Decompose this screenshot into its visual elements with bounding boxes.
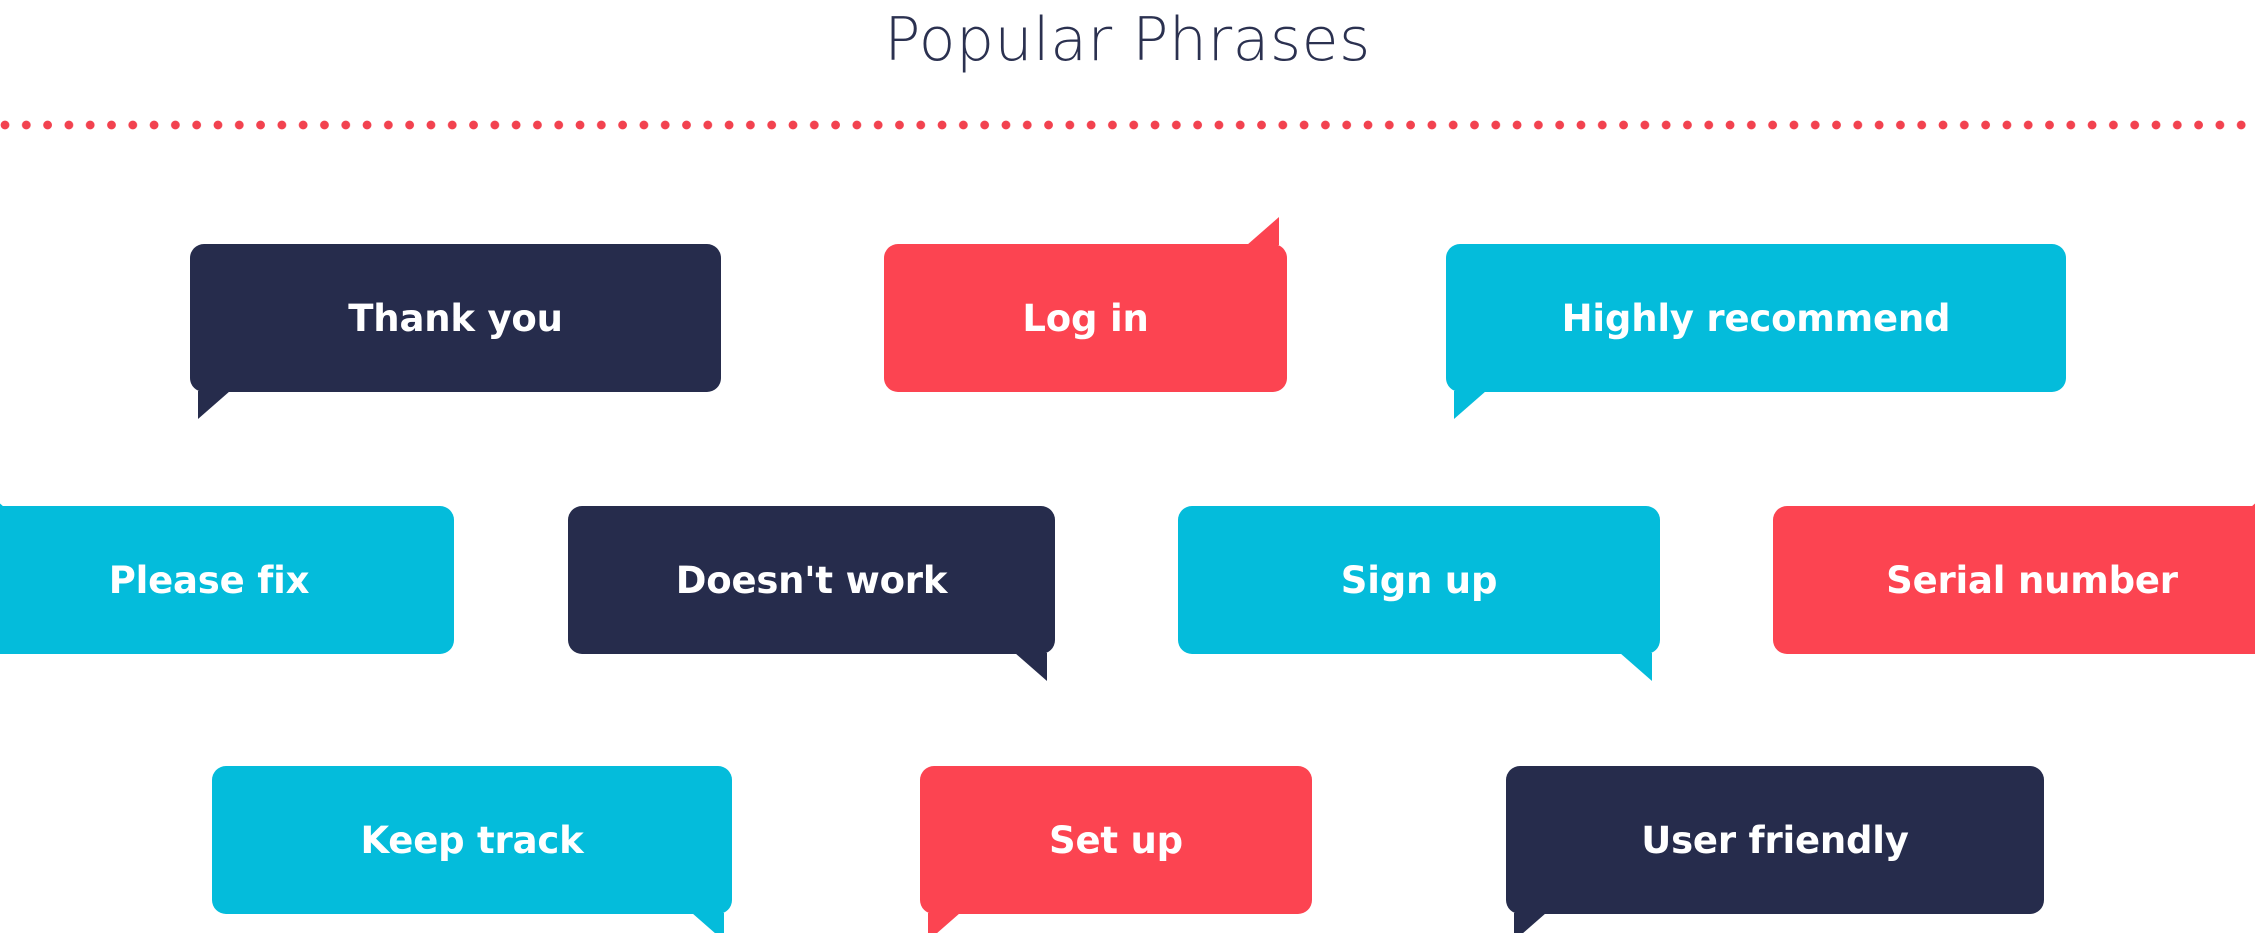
speech-bubble[interactable]: Serial number [1773,479,2255,654]
speech-bubble-tail-top-right [2251,479,2255,507]
speech-bubble[interactable]: User friendly [1506,766,2044,933]
infographic-canvas: Popular Phrases Thank you Log in Highly re… [0,0,2255,933]
speech-bubble-label: Log in [1022,296,1149,340]
speech-bubble-tail-bottom-right [1620,653,1652,681]
speech-bubble-label: Serial number [1886,558,2178,602]
dotted-divider [0,118,2255,132]
bubble-row-2: Please fix Doesn't work Sign up Serial numb… [0,479,2255,692]
speech-bubble-label: Please fix [108,558,310,602]
speech-bubble[interactable]: Sign up [1178,506,1660,681]
speech-bubble[interactable]: Keep track [212,766,732,933]
speech-bubble[interactable]: Thank you [190,244,721,419]
speech-bubble-tail-bottom-left [1514,913,1546,933]
speech-bubble-tail-bottom-left [198,391,230,419]
speech-bubble-tail-bottom-right [692,913,724,933]
speech-bubble-label: User friendly [1641,818,1909,862]
speech-bubble[interactable]: Highly recommend [1446,244,2066,419]
page-title: Popular Phrases [884,5,1371,75]
speech-bubble-label: Keep track [360,818,584,862]
speech-bubble-tail-top-left [0,479,4,507]
speech-bubble-tail-bottom-left [928,913,960,933]
bubble-row-1: Thank you Log in Highly recommend [0,217,2255,430]
speech-bubble[interactable]: Doesn't work [568,506,1055,681]
speech-bubble-tail-bottom-right [1015,653,1047,681]
speech-bubble-label: Set up [1049,818,1183,862]
speech-bubble-label: Doesn't work [675,558,948,602]
bubble-row-3: Keep track Set up User friendly [0,752,2255,933]
speech-bubble-label: Highly recommend [1561,296,1951,340]
speech-bubble[interactable]: Set up [920,766,1312,933]
speech-bubble-label: Thank you [348,296,563,340]
speech-bubble[interactable]: Please fix [0,479,454,654]
speech-bubble-tail-bottom-left [1454,391,1486,419]
speech-bubble-label: Sign up [1340,558,1498,602]
speech-bubble-tail-top-right [1247,217,1279,245]
speech-bubble[interactable]: Log in [884,217,1287,392]
